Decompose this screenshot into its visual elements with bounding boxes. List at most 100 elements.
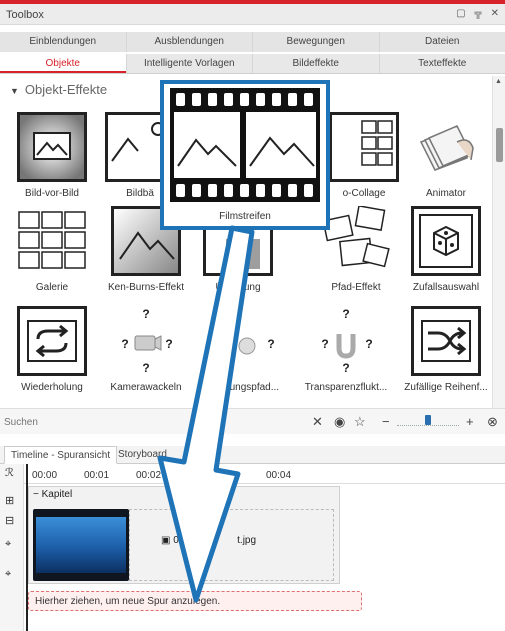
section-title: Objekt-Effekte	[24, 82, 108, 97]
slider-knob[interactable]	[425, 415, 431, 425]
new-track-dropzone[interactable]: Hierher ziehen, um neue Spur anzulegen.	[28, 591, 362, 611]
tab-einblendungen[interactable]: Einblendungen	[0, 32, 126, 52]
zoom-icon[interactable]: ⊗	[487, 414, 498, 430]
effect-label: Ken-Burns-Effekt	[108, 282, 184, 293]
zoom-slider[interactable]	[397, 415, 459, 426]
tab-row-secondary: Objekte Intelligente Vorlagen Bildeffekt…	[0, 54, 505, 74]
video-clip-thumbnail[interactable]	[33, 509, 129, 581]
effect-label: B…ungspfad...	[212, 382, 280, 393]
effect-animator[interactable]: Animator	[400, 112, 492, 199]
movement-path-icon: ??	[211, 306, 281, 376]
chapter-label: − Kapitel	[33, 489, 73, 500]
effect-bild-vor-bild[interactable]: Bild-vor-Bild	[6, 112, 98, 199]
search-input[interactable]	[4, 413, 304, 431]
path-effect-icon	[321, 206, 391, 276]
fit-icon[interactable]: ⌖	[5, 568, 11, 581]
star-icon[interactable]: ☆	[354, 414, 366, 430]
effect-zufallsauswahl[interactable]: Zufallsauswahl	[400, 206, 492, 293]
svg-text:?: ?	[365, 337, 372, 351]
zoom-out-button[interactable]: −	[382, 414, 390, 429]
tab-timeline-spuransicht[interactable]: Timeline - Spuransicht	[4, 446, 118, 464]
remove-track-icon[interactable]: ⊟	[5, 514, 14, 527]
popup-label: Filmstreifen	[219, 211, 271, 222]
timeline-tabs: Timeline - Spuransicht Storyboard	[0, 446, 505, 464]
eye-icon[interactable]: ◉	[334, 414, 345, 430]
close-icon[interactable]: ✕	[312, 414, 323, 430]
chapter-track[interactable]: − Kapitel ▣ 00: t.jpg	[28, 486, 340, 584]
pin-icon[interactable]: ╦	[475, 8, 482, 19]
svg-text:?: ?	[142, 307, 149, 321]
effect-label: o-Collage	[342, 188, 386, 199]
svg-text:?: ?	[165, 337, 172, 351]
ruler-tick: 00:02	[136, 470, 162, 481]
effect-label: Wiederholung	[21, 382, 83, 393]
scroll-thumb[interactable]	[496, 128, 503, 162]
close-icon[interactable]: ✕	[491, 8, 499, 19]
maximize-icon[interactable]: ▢	[456, 8, 465, 19]
repeat-icon	[17, 306, 87, 376]
tab-storyboard[interactable]: Storyboard	[112, 446, 173, 464]
gallery-icon	[17, 206, 87, 276]
effect-kamerawackeln[interactable]: ???? Kamerawackeln	[100, 306, 192, 393]
transparency-flux-icon: ????	[311, 306, 381, 376]
ruler-tick: 00:03	[204, 470, 230, 481]
tab-bewegungen[interactable]: Bewegungen	[252, 32, 379, 52]
effect-label: Galerie	[35, 282, 69, 293]
tab-dateien[interactable]: Dateien	[378, 32, 505, 52]
svg-text:?: ?	[121, 337, 128, 351]
window-title: Toolbox	[6, 9, 44, 21]
animator-icon	[411, 112, 481, 182]
tab-objekte[interactable]: Objekte	[0, 54, 126, 73]
effect-label: Zufallsauswahl	[412, 282, 480, 293]
effect-transparenzfluktuation[interactable]: ???? Transparenzflukt...	[300, 306, 392, 393]
effect-bewegungspfad[interactable]: ?? B…ungspfad...	[200, 306, 292, 393]
effect-zufaellige-reihenfolge[interactable]: Zufällige Reihenf...	[400, 306, 492, 393]
timeline-ruler[interactable]: 00:00 00:01 00:02 00:03 00:04	[24, 464, 505, 484]
tab-ausblendungen[interactable]: Ausblendungen	[125, 32, 253, 52]
photo-collage-icon	[329, 112, 399, 182]
camera-shake-icon: ????	[111, 306, 181, 376]
vertical-scrollbar[interactable]: ▲ ▼	[492, 76, 505, 416]
ruler-tool-icon[interactable]: ℛ	[5, 466, 14, 479]
effect-label: Transparenzflukt...	[304, 382, 388, 393]
timeline-area: ℛ ⊞ ⊟ ⌖ ⌖ 00:00 00:01 00:02 00:03 00:04 …	[0, 464, 505, 631]
zoom-in-button[interactable]: +	[466, 414, 474, 429]
collapse-triangle-icon[interactable]: ▼	[10, 86, 19, 96]
svg-text:?: ?	[219, 337, 226, 351]
effect-wiederholung[interactable]: Wiederholung	[6, 306, 98, 393]
ruler-tick: 00:04	[266, 470, 292, 481]
effect-label: Zufällige Reihenf...	[404, 382, 488, 393]
svg-text:?: ?	[342, 307, 349, 321]
ruler-tick: 00:00	[32, 470, 58, 481]
section-header[interactable]: ▼ Objekt-Effekte	[10, 82, 107, 97]
shuffle-icon	[411, 306, 481, 376]
tab-intelligente-vorlagen[interactable]: Intelligente Vorlagen	[125, 54, 253, 73]
search-bar: ✕ ◉ ☆ − + ⊗	[0, 408, 505, 434]
clip-name: ▣ 00: t.jpg	[161, 535, 257, 546]
tab-texteffekte[interactable]: Texteffekte	[378, 54, 505, 73]
dropzone-text: Hierher ziehen, um neue Spur anzulegen.	[35, 596, 221, 607]
svg-text:?: ?	[142, 361, 149, 375]
playhead[interactable]	[26, 464, 28, 631]
effect-galerie[interactable]: Galerie	[6, 206, 98, 293]
effect-photo-collage[interactable]: o-Collage	[318, 112, 410, 199]
snap-icon[interactable]: ⌖	[5, 538, 11, 551]
tab-row-primary: Einblendungen Ausblendungen Bewegungen D…	[0, 32, 505, 52]
effect-label: Üb…pung	[215, 282, 261, 293]
svg-text:?: ?	[267, 337, 274, 351]
effect-label: Pfad-Effekt	[331, 282, 381, 293]
dice-icon	[411, 206, 481, 276]
effect-label: Bild-vor-Bild	[25, 188, 79, 199]
effect-label: Kamerawackeln	[110, 382, 182, 393]
tab-bildeffekte[interactable]: Bildeffekte	[252, 54, 379, 73]
ruler-tick: 00:01	[84, 470, 110, 481]
timeline-toolbar: ℛ ⊞ ⊟ ⌖ ⌖	[0, 464, 24, 631]
film-strip-icon	[170, 88, 320, 202]
picture-in-picture-icon	[17, 112, 87, 182]
scroll-up-icon[interactable]: ▲	[495, 78, 502, 85]
svg-text:?: ?	[321, 337, 328, 351]
toolbox-titlebar: Toolbox ▢ ╦ ✕	[0, 4, 505, 25]
add-track-icon[interactable]: ⊞	[5, 494, 14, 507]
effect-label: Animator	[425, 188, 466, 199]
drag-preview-popup: Filmstreifen	[160, 80, 330, 230]
